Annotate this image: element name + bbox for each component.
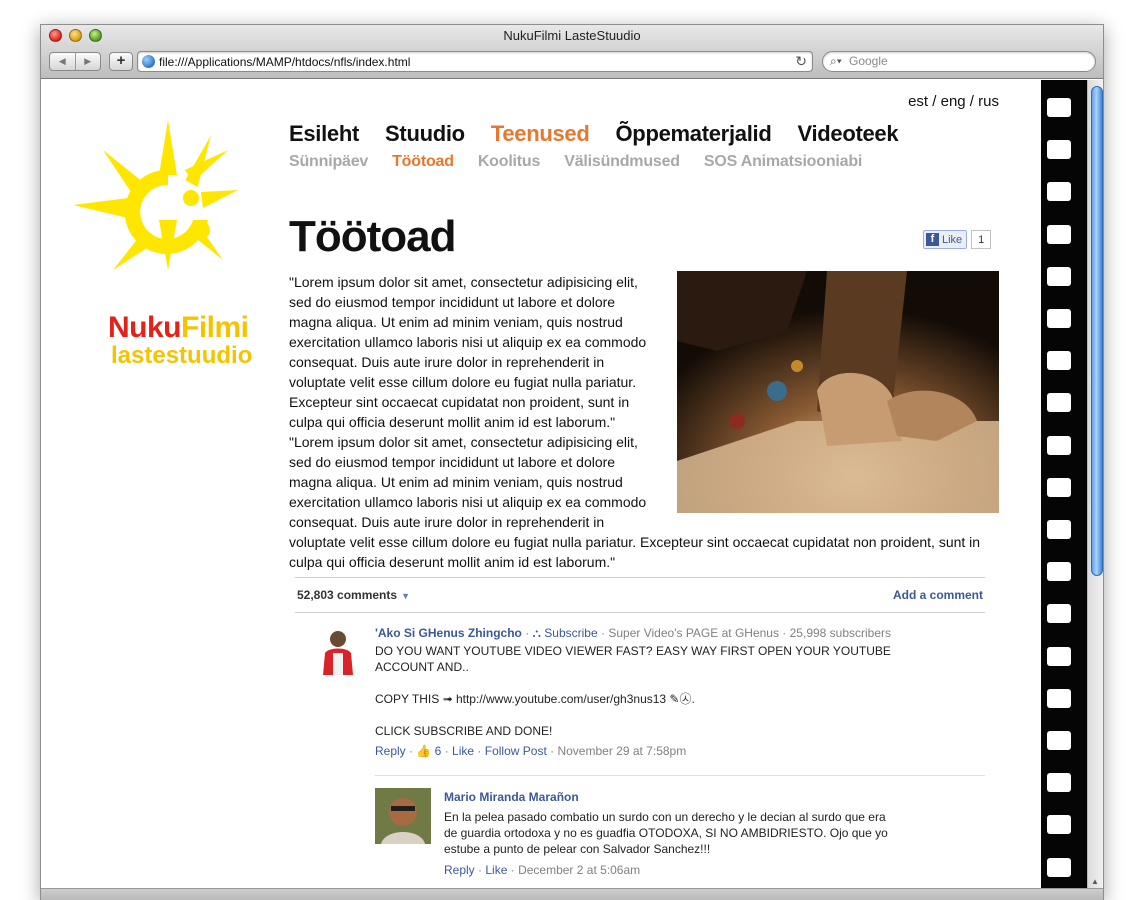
vertical-scrollbar[interactable]: ▲▼	[1087, 80, 1103, 900]
back-button[interactable]: ◀	[50, 53, 75, 70]
page-viewport: NukuFilmi lastestuudio est / eng / rus E…	[41, 80, 1103, 900]
comment-author[interactable]: Mario Miranda Marañon	[444, 790, 579, 804]
address-bar[interactable]: file:///Applications/MAMP/htdocs/nfls/in…	[137, 51, 813, 72]
add-bookmark-button[interactable]: +	[109, 52, 133, 71]
comment-text-line: COPY THIS ➟ http://www.youtube.com/user/…	[375, 692, 695, 706]
lang-rus[interactable]: rus	[978, 93, 999, 110]
film-sprocket-hole	[1047, 731, 1071, 750]
reload-icon[interactable]: ↻	[795, 53, 807, 70]
comment-date: December 2 at 5:06am	[518, 863, 641, 877]
thumbs-up-icon: 👍	[416, 744, 432, 758]
lang-eng[interactable]: eng	[941, 93, 966, 110]
search-bar[interactable]: ⌕▾	[822, 51, 1096, 72]
globe-icon	[142, 55, 155, 68]
article-body: "Lorem ipsum dolor sit amet, consectetur…	[289, 272, 989, 572]
history-buttons: ◀ ▶	[49, 52, 101, 71]
add-comment-link[interactable]: Add a comment	[893, 588, 983, 602]
film-sprocket-hole	[1047, 266, 1071, 286]
film-sprocket-hole	[1047, 562, 1071, 582]
facebook-like-button[interactable]: f Like	[923, 230, 968, 249]
comment-text-line: ACCOUNT AND..	[375, 660, 469, 674]
nav-videoteek[interactable]: Videoteek	[797, 121, 898, 147]
like-label: Like	[942, 233, 963, 246]
film-sprocket-hole	[1047, 98, 1071, 117]
film-sprocket-hole	[1047, 604, 1071, 624]
comment-item: Mario Miranda Marañon En la pelea pasado…	[444, 790, 1004, 877]
page-title: Töötoad	[289, 212, 457, 261]
film-sprocket-hole	[1047, 520, 1071, 539]
logo-wordmark: NukuFilmi	[108, 311, 249, 344]
film-sprocket-hole	[1047, 309, 1071, 328]
forward-button[interactable]: ▶	[74, 53, 101, 70]
lang-est[interactable]: est	[908, 93, 928, 110]
comment-text-line: estube a punto de pelear con Salvador Sa…	[444, 842, 711, 856]
comment-text-line: En la pelea pasado combatio un surdo con…	[444, 810, 886, 824]
film-sprocket-hole	[1047, 646, 1071, 666]
subnav-koolitus[interactable]: Koolitus	[478, 153, 541, 171]
window-bottom-bar	[41, 888, 1103, 900]
search-input[interactable]	[849, 54, 1079, 68]
nav-teenused[interactable]: Teenused	[491, 121, 590, 147]
film-sprocket-hole	[1047, 351, 1071, 371]
film-sprocket-hole	[1047, 773, 1071, 793]
film-sprocket-hole	[1047, 182, 1071, 202]
reply-divider	[375, 775, 985, 776]
logo-subtitle: lastestuudio	[111, 342, 253, 369]
avatar[interactable]	[375, 788, 431, 844]
reply-link[interactable]: Reply	[444, 863, 475, 877]
nukufilmi-logo[interactable]: NukuFilmi lastestuudio	[73, 120, 263, 368]
window-title: NukuFilmi LasteStuudio	[503, 28, 641, 43]
facebook-icon: f	[926, 233, 939, 246]
subscribe-link[interactable]: Subscribe	[544, 626, 597, 640]
comment-text-line: CLICK SUBSCRIBE AND DONE!	[375, 724, 553, 738]
sun-icon	[73, 120, 238, 270]
comment-item: 'Ako Si GHenus Zhingcho · ⛬ Subscribe · …	[375, 626, 995, 758]
subnav-valisundmused[interactable]: Välisündmused	[564, 153, 680, 171]
comments-section: 52,803 comments ▼ Add a comment	[295, 577, 985, 613]
caret-down-icon: ▼	[401, 591, 410, 601]
comment-text-line: DO YOU WANT YOUTUBE VIDEO VIEWER FAST? E…	[375, 644, 891, 658]
like-count: 6	[434, 744, 442, 758]
avatar[interactable]	[313, 625, 363, 675]
main-navigation: Esileht Stuudio Teenused Õppematerjalid …	[289, 121, 899, 147]
nav-oppematerjalid[interactable]: Õppematerjalid	[616, 121, 772, 147]
subnav-sunnipaev[interactable]: Sünnipäev	[289, 153, 368, 171]
film-sprocket-hole	[1047, 688, 1071, 708]
comment-count-dropdown[interactable]: 52,803 comments ▼	[297, 588, 410, 602]
film-sprocket-hole	[1047, 815, 1071, 835]
rss-icon: ⛬	[532, 626, 541, 640]
film-sprocket-hole	[1047, 435, 1071, 455]
subnav-sos-animatsiooniabi[interactable]: SOS Animatsiooniabi	[704, 153, 862, 171]
film-sprocket-hole	[1047, 477, 1071, 497]
nav-esileht[interactable]: Esileht	[289, 121, 359, 147]
facebook-like-widget: f Like 1	[923, 230, 992, 249]
follow-post-link[interactable]: Follow Post	[485, 744, 547, 758]
author-meta: Super Video's PAGE at GHenus · 25,998 su…	[608, 626, 892, 640]
like-link[interactable]: Like	[452, 744, 474, 758]
reply-link[interactable]: Reply	[375, 744, 406, 758]
subnav-tootoad[interactable]: Töötoad	[392, 153, 454, 171]
language-switcher: est / eng / rus	[908, 93, 999, 110]
film-sprocket-hole	[1047, 393, 1071, 413]
comments-header: 52,803 comments ▼ Add a comment	[295, 577, 985, 613]
search-icon[interactable]: ⌕▾	[830, 54, 842, 69]
sub-navigation: Sünnipäev Töötoad Koolitus Välisündmused…	[289, 153, 862, 171]
title-bar: NukuFilmi LasteStuudio ◀ ▶ + file:///App…	[41, 25, 1103, 79]
comment-date: November 29 at 7:58pm	[557, 744, 687, 758]
filmstrip-decoration	[1041, 80, 1087, 900]
film-sprocket-hole	[1047, 857, 1071, 877]
scrollbar-thumb[interactable]	[1091, 86, 1103, 576]
film-sprocket-hole	[1047, 140, 1071, 160]
browser-window: NukuFilmi LasteStuudio ◀ ▶ + file:///App…	[40, 24, 1104, 900]
nav-stuudio[interactable]: Stuudio	[385, 121, 465, 147]
comment-text-line: de guardia ortodoxa y no es guadfia OTOD…	[444, 826, 888, 840]
url-text[interactable]: file:///Applications/MAMP/htdocs/nfls/in…	[159, 55, 410, 69]
like-link[interactable]: Like	[485, 863, 507, 877]
comment-author[interactable]: 'Ako Si GHenus Zhingcho	[375, 626, 522, 640]
like-count: 1	[971, 230, 992, 249]
film-sprocket-hole	[1047, 224, 1071, 244]
